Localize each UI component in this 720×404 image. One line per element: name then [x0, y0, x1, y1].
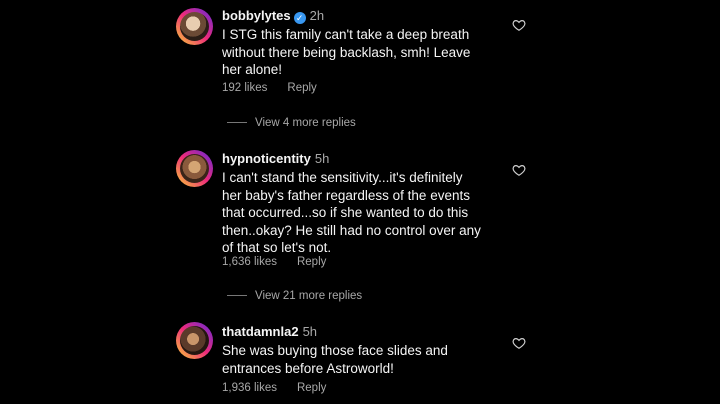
likes-count[interactable]: 1,636 likes [222, 256, 277, 268]
comment-meta: 192 likes Reply [222, 82, 317, 94]
comment-text: She was buying those face slides and ent… [222, 343, 448, 376]
comment-header: bobbylytes ✓ 2h [222, 8, 324, 24]
divider [227, 122, 247, 124]
username[interactable]: thatdamnla2 [222, 324, 299, 339]
comment-header: thatdamnla2 5h [222, 324, 317, 340]
comment-meta: 1,936 likes Reply [222, 382, 326, 394]
comment-text: I can't stand the sensitivity...it's def… [222, 170, 481, 255]
likes-count[interactable]: 192 likes [222, 82, 267, 94]
comment-meta: 1,636 likes Reply [222, 256, 326, 268]
view-replies-button[interactable]: View 4 more replies [227, 117, 356, 129]
heart-outline-icon[interactable] [512, 336, 526, 350]
likes-count[interactable]: 1,936 likes [222, 382, 277, 394]
view-replies-button[interactable]: View 21 more replies [227, 290, 362, 302]
heart-outline-icon[interactable] [512, 163, 526, 177]
avatar[interactable] [176, 8, 213, 45]
timestamp: 5h [314, 151, 330, 166]
comment-text: I STG this family can't take a deep brea… [222, 27, 471, 77]
reply-button[interactable]: Reply [287, 82, 316, 94]
avatar[interactable] [176, 150, 213, 187]
timestamp: 5h [302, 324, 318, 339]
reply-button[interactable]: Reply [297, 382, 326, 394]
username[interactable]: bobbylytes [222, 8, 291, 23]
heart-outline-icon[interactable] [512, 18, 526, 32]
username[interactable]: hypnoticentity [222, 151, 311, 166]
comment-header: hypnoticentity 5h [222, 151, 329, 167]
reply-button[interactable]: Reply [297, 256, 326, 268]
timestamp: 2h [309, 8, 325, 23]
verified-badge-icon: ✓ [293, 12, 306, 24]
avatar[interactable] [176, 322, 213, 359]
divider [227, 295, 247, 297]
